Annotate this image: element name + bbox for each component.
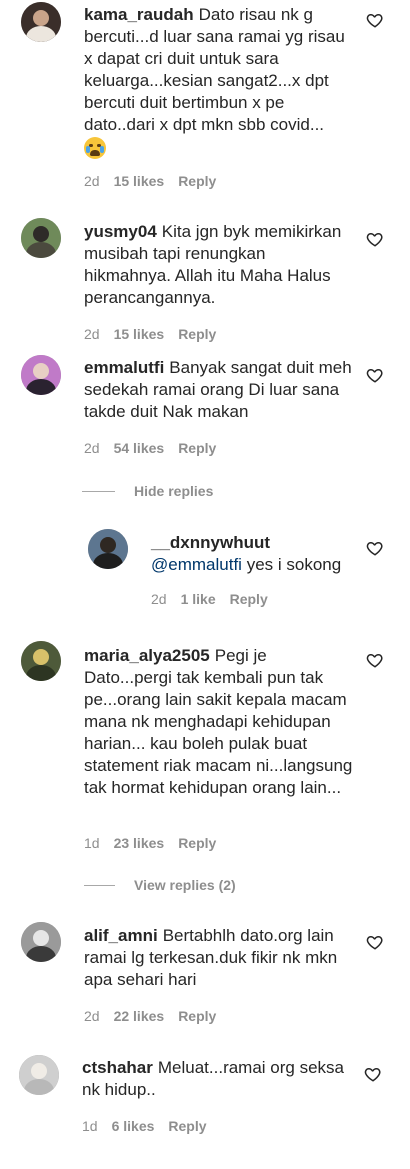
comment-meta: 2d 22 likes Reply (84, 1008, 230, 1024)
comment-text: alif_amni Bertabhlh dato.org lain ramai l… (84, 925, 356, 991)
hide-replies-button[interactable]: Hide replies (134, 483, 213, 499)
avatar[interactable] (21, 355, 61, 395)
comment-text: yusmy04 Kita jgn byk memikirkan musibah t… (84, 221, 356, 309)
avatar[interactable] (21, 922, 61, 962)
avatar[interactable] (21, 641, 61, 681)
heart-outline-icon[interactable] (366, 11, 384, 29)
heart-outline-icon[interactable] (366, 366, 384, 384)
reply-button[interactable]: Reply (178, 835, 216, 851)
comment-body: Pegi je Dato...pergi tak kembali pun tak… (84, 646, 353, 797)
divider-line (84, 885, 115, 886)
reply-button[interactable]: Reply (178, 1008, 216, 1024)
timestamp: 2d (151, 591, 167, 607)
heart-outline-icon[interactable] (364, 1065, 382, 1083)
heart-outline-icon[interactable] (366, 933, 384, 951)
username-link[interactable]: yusmy04 (84, 222, 157, 241)
mention-link[interactable]: @emmalutfi (151, 555, 242, 574)
username-link[interactable]: __dxnnywhuut (151, 533, 270, 552)
username-link[interactable]: ctshahar (82, 1058, 153, 1077)
avatar[interactable] (88, 529, 128, 569)
divider-line (82, 491, 115, 492)
heart-outline-icon[interactable] (366, 539, 384, 557)
comment-meta: 2d 1 like Reply (151, 591, 282, 607)
comment-meta: 2d 15 likes Reply (84, 173, 230, 189)
likes-count[interactable]: 15 likes (114, 326, 165, 342)
comment-meta: 1d 6 likes Reply (82, 1118, 221, 1134)
username-link[interactable]: emmalutfi (84, 358, 164, 377)
avatar[interactable] (21, 218, 61, 258)
comment-text: emmalutfi Banyak sangat duit meh sedekah … (84, 357, 356, 423)
timestamp: 2d (84, 326, 100, 342)
reply-button[interactable]: Reply (230, 591, 268, 607)
comment-meta: 1d 23 likes Reply (84, 835, 230, 851)
reply-button[interactable]: Reply (178, 326, 216, 342)
comment-text: maria_alya2505 Pegi je Dato...pergi tak k… (84, 645, 356, 799)
reply-button[interactable]: Reply (178, 440, 216, 456)
username-link[interactable]: alif_amni (84, 926, 158, 945)
likes-count[interactable]: 15 likes (114, 173, 165, 189)
heart-outline-icon[interactable] (366, 651, 384, 669)
likes-count[interactable]: 23 likes (114, 835, 165, 851)
username-link[interactable]: kama_raudah (84, 5, 194, 24)
timestamp: 1d (82, 1118, 98, 1134)
avatar[interactable] (19, 1055, 59, 1095)
comment-meta: 2d 15 likes Reply (84, 326, 230, 342)
likes-count[interactable]: 54 likes (114, 440, 165, 456)
likes-count[interactable]: 1 like (181, 591, 216, 607)
heart-outline-icon[interactable] (366, 230, 384, 248)
username-link[interactable]: maria_alya2505 (84, 646, 210, 665)
timestamp: 2d (84, 173, 100, 189)
crying-face-emoji (84, 136, 106, 159)
comment-text: kama_raudah Dato risau nk g bercuti...d l… (84, 4, 356, 159)
likes-count[interactable]: 6 likes (112, 1118, 155, 1134)
timestamp: 2d (84, 440, 100, 456)
comment-body: yes i sokong (246, 555, 342, 574)
reply-button[interactable]: Reply (178, 173, 216, 189)
timestamp: 2d (84, 1008, 100, 1024)
avatar[interactable] (21, 2, 61, 42)
comment-body: Dato risau nk g bercuti...d luar sana ra… (84, 5, 345, 134)
reply-button[interactable]: Reply (168, 1118, 206, 1134)
comment-text: ctshahar Meluat...ramai org seksa nk hidu… (82, 1057, 356, 1101)
timestamp: 1d (84, 835, 100, 851)
likes-count[interactable]: 22 likes (114, 1008, 165, 1024)
view-replies-button[interactable]: View replies (2) (134, 877, 236, 893)
comment-text: __dxnnywhuut @emmalutfi yes i sokong (151, 532, 356, 576)
comment-meta: 2d 54 likes Reply (84, 440, 230, 456)
